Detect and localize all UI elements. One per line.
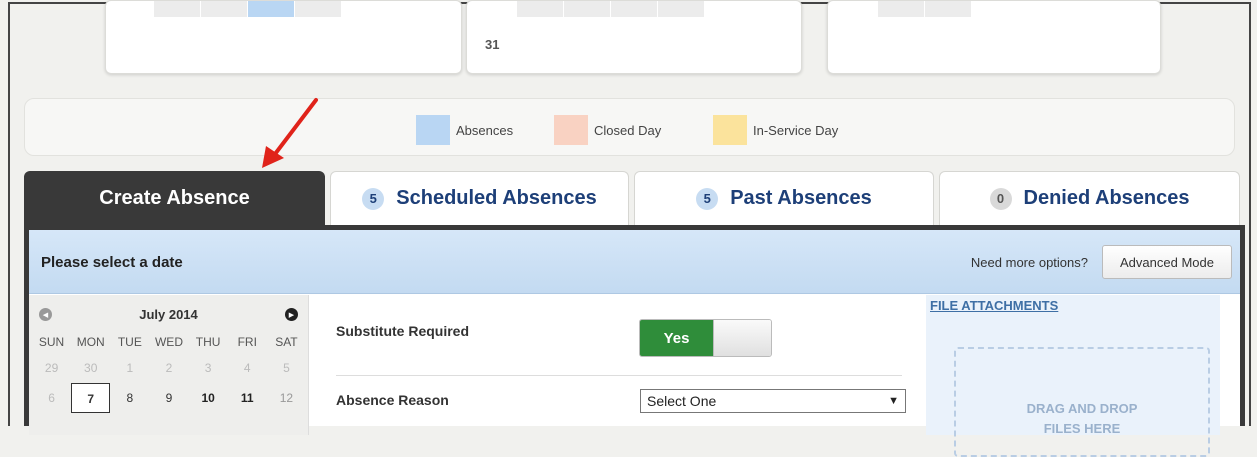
date-picker-month: July 2014 (139, 307, 198, 322)
date-picker: ◀ July 2014 ▶ SUN MON TUE WED THU FRI SA… (29, 295, 309, 435)
form-divider (336, 375, 902, 376)
need-more-options-text: Need more options? (970, 255, 1088, 270)
create-absence-panel: Please select a date Need more options? … (24, 225, 1245, 457)
calendar-cell (517, 1, 563, 17)
next-month-icon[interactable]: ▶ (285, 308, 298, 321)
calendar-day: 30 (84, 361, 98, 375)
annotation-arrow-icon (262, 98, 318, 168)
legend-item-closed-day: Closed Day (554, 115, 661, 145)
substitute-required-label: Substitute Required (336, 323, 470, 339)
calendar-day: 1 (126, 361, 134, 375)
date-picker-grid: SUN MON TUE WED THU FRI SAT 29 30 1 2 3 … (32, 333, 306, 413)
tab-scheduled-absences[interactable]: 5 Scheduled Absences (330, 171, 629, 225)
calendar-day-selected[interactable]: 7 (71, 383, 111, 413)
calendar-day[interactable]: 11 (228, 383, 267, 413)
count-badge: 0 (989, 187, 1012, 210)
calendar-day: 4 (243, 361, 251, 375)
legend-item-absences: Absences (416, 115, 513, 145)
calendar-day: 6 (48, 391, 55, 405)
calendar-day[interactable]: 10 (189, 383, 228, 413)
weekday-label: MON (76, 335, 105, 349)
absences-swatch (416, 115, 450, 145)
in-service-day-swatch (713, 115, 747, 145)
closed-day-swatch (554, 115, 588, 145)
calendar-cell (658, 1, 704, 17)
calendar-cell (564, 1, 610, 17)
tab-label: Scheduled Absences (396, 187, 597, 209)
calendar-day: 12 (279, 391, 294, 405)
tab-past-absences[interactable]: 5 Past Absences (634, 171, 934, 225)
drop-zone-text: DRAG AND DROP (1026, 401, 1138, 416)
toggle-knob (713, 320, 771, 356)
calendar-day: 2 (165, 361, 173, 375)
tab-create-absence[interactable]: Create Absence (24, 171, 325, 225)
file-attachments-panel: FILE ATTACHMENTS DRAG AND DROP FILES HER… (926, 295, 1220, 457)
calendar-cell (295, 1, 341, 17)
weekday-label: THU (195, 335, 221, 349)
toggle-on-label: Yes (640, 320, 713, 356)
calendar-day[interactable]: 8 (110, 383, 149, 413)
calendar-legend: Absences Closed Day In-Service Day (24, 98, 1235, 156)
absence-form: Substitute Required Yes Absence Reason S… (310, 295, 922, 435)
weekday-label: FRI (237, 335, 257, 349)
date-picker-nav: ◀ July 2014 ▶ (29, 295, 308, 333)
legend-label: In-Service Day (753, 122, 839, 138)
calendar-cell-absence (248, 1, 294, 17)
weekday-label: TUE (117, 335, 142, 349)
file-drop-zone[interactable]: DRAG AND DROP FILES HERE (954, 347, 1210, 457)
calendar-day: 3 (204, 361, 212, 375)
tab-label: Denied Absences (1023, 187, 1190, 209)
advanced-mode-button[interactable]: Advanced Mode (1102, 245, 1232, 279)
month-card-right (827, 0, 1161, 74)
weekday-label: SUN (38, 335, 65, 349)
legend-item-in-service-day: In-Service Day (713, 115, 838, 145)
tab-label: Create Absence (99, 186, 250, 209)
month-card-left (105, 0, 462, 74)
drop-zone-text: FILES HERE (1043, 421, 1121, 436)
weekday-label: WED (154, 335, 183, 349)
panel-title: Please select a date (41, 254, 183, 271)
count-badge: 5 (696, 187, 719, 210)
weekday-label: SAT (275, 335, 298, 349)
calendar-cell (154, 1, 200, 17)
calendar-day: 29 (44, 361, 59, 375)
select-value: Select One (647, 393, 717, 409)
absence-reason-select[interactable]: Select One ▼ (640, 389, 906, 413)
calendar-day-number: 31 (485, 37, 500, 52)
calendar-cell (878, 1, 924, 17)
legend-label: Absences (456, 122, 514, 138)
dropdown-caret-icon: ▼ (888, 395, 899, 407)
calendar-day: 5 (283, 361, 290, 375)
month-card-middle: 31 (466, 0, 802, 74)
count-badge: 5 (362, 187, 385, 210)
tab-denied-absences[interactable]: 0 Denied Absences (939, 171, 1240, 225)
calendar-cell (611, 1, 657, 17)
absence-reason-label: Absence Reason (336, 392, 449, 408)
legend-label: Closed Day (594, 122, 662, 138)
tab-label: Past Absences (730, 187, 872, 209)
calendar-cell (925, 1, 971, 17)
calendar-cell (201, 1, 247, 17)
panel-header: Please select a date Need more options? … (29, 230, 1240, 294)
file-attachments-title[interactable]: FILE ATTACHMENTS (930, 298, 1058, 313)
calendar-day[interactable]: 9 (149, 383, 188, 413)
substitute-required-toggle[interactable]: Yes (639, 319, 772, 357)
